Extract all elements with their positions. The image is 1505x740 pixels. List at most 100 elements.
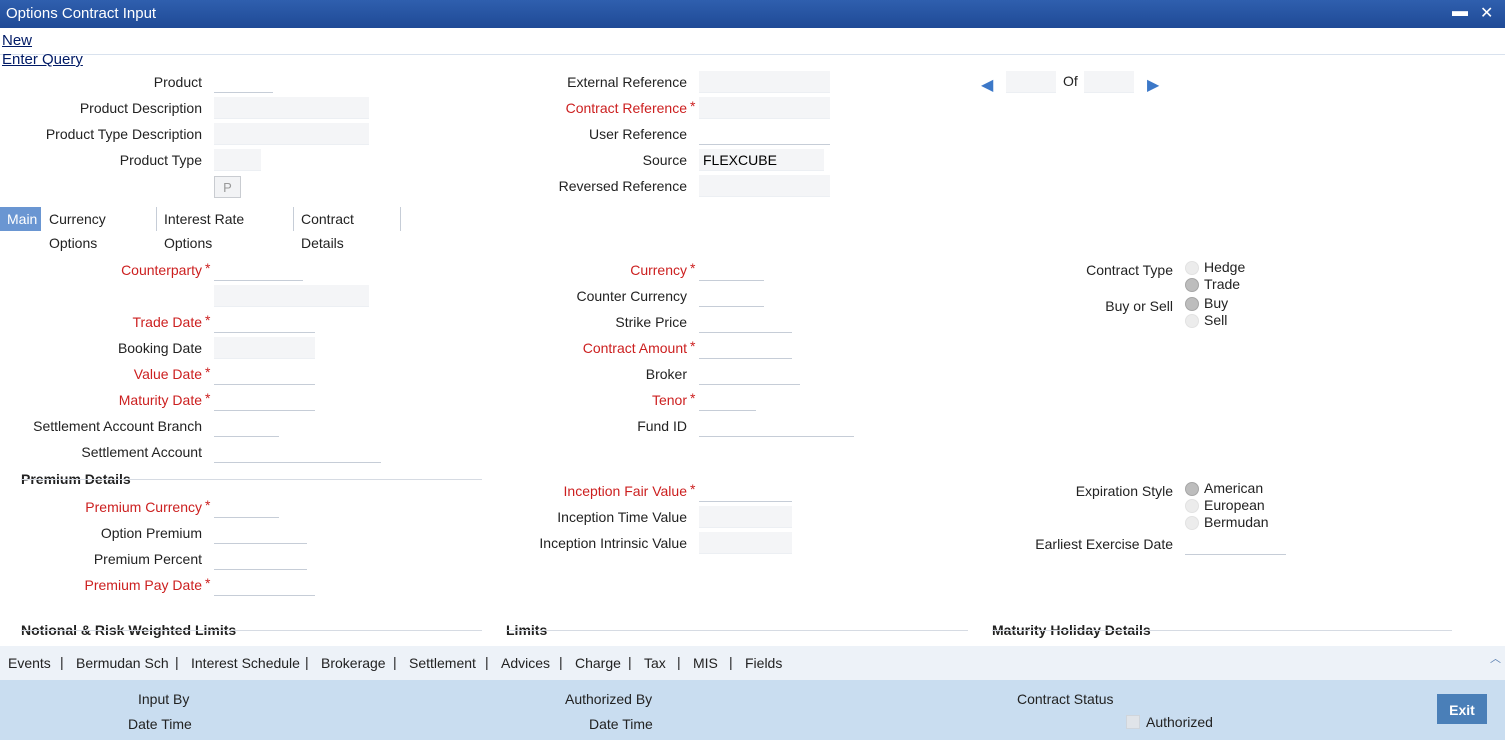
close-icon[interactable]: ✕ [1480, 3, 1493, 23]
toolbar-events[interactable]: Events [8, 655, 51, 671]
contract-reference-label: Contract Reference [565, 100, 687, 116]
current-record-input[interactable] [1006, 71, 1056, 93]
total-records-input[interactable] [1084, 71, 1134, 93]
fund-id-input[interactable] [699, 415, 854, 437]
option-premium-input[interactable] [214, 522, 307, 544]
contract-reference-input[interactable] [699, 97, 830, 119]
tab-main[interactable]: Main [0, 207, 41, 231]
booking-date-input[interactable] [214, 337, 315, 359]
settlement-account-label: Settlement Account [81, 444, 202, 460]
required-mark: * [690, 390, 696, 406]
title-bar: Options Contract Input ▬ ✕ [0, 0, 1505, 28]
window-title: Options Contract Input [6, 5, 157, 22]
toolbar-interest-schedule[interactable]: Interest Schedule [191, 655, 300, 671]
authorized-checkbox[interactable] [1126, 715, 1140, 729]
inception-intrinsic-value-input[interactable] [699, 532, 792, 554]
audit-footer [0, 680, 1505, 740]
product-type-description-input[interactable] [214, 123, 369, 145]
toolbar-advices[interactable]: Advices [501, 655, 550, 671]
counter-currency-label: Counter Currency [576, 288, 688, 304]
scroll-up-icon[interactable]: ︿ [1490, 650, 1501, 666]
tab-interest-rate-options[interactable]: Interest Rate Options [157, 207, 294, 251]
required-mark: * [205, 575, 211, 591]
buy-label: Buy [1204, 295, 1229, 311]
expiration-bermudan-radio[interactable] [1185, 516, 1199, 530]
contract-type-hedge-label: Hedge [1204, 259, 1246, 275]
value-date-input[interactable] [214, 363, 315, 385]
trade-date-input[interactable] [214, 311, 315, 333]
previous-record-icon[interactable]: ◀ [981, 75, 993, 95]
enter-query-link[interactable]: Enter Query [2, 51, 83, 68]
currency-input[interactable] [699, 259, 764, 281]
toolbar-separator: | [60, 654, 64, 670]
option-premium-label: Option Premium [100, 525, 202, 541]
required-mark: * [205, 497, 211, 513]
inception-fair-value-label: Inception Fair Value [563, 483, 687, 499]
contract-type-trade-label: Trade [1204, 276, 1241, 292]
toolbar-separator: | [393, 654, 397, 670]
toolbar-separator: | [305, 654, 309, 670]
tab-contract-details[interactable]: Contract Details [294, 207, 401, 251]
next-record-icon[interactable]: ▶ [1147, 75, 1159, 95]
premium-percent-input[interactable] [214, 548, 307, 570]
strike-price-input[interactable] [699, 311, 792, 333]
tenor-input[interactable] [699, 389, 756, 411]
toolbar-settlement[interactable]: Settlement [409, 655, 476, 671]
earliest-exercise-date-input[interactable] [1185, 533, 1286, 555]
toolbar-fields[interactable]: Fields [745, 655, 782, 671]
sell-radio[interactable] [1185, 314, 1199, 328]
contract-status-label: Contract Status [1017, 691, 1114, 707]
required-mark: * [690, 481, 696, 497]
input-date-time-label: Date Time [128, 716, 192, 732]
toolbar-separator: | [559, 654, 563, 670]
pager-of-label: Of [1063, 73, 1078, 89]
required-mark: * [205, 390, 211, 406]
minimize-icon[interactable]: ▬ [1452, 3, 1468, 21]
external-reference-input[interactable] [699, 71, 830, 93]
toolbar-separator: | [628, 654, 632, 670]
toolbar-bermudan-sch[interactable]: Bermudan Sch [76, 655, 169, 671]
toolbar-mis[interactable]: MIS [693, 655, 718, 671]
premium-pay-date-input[interactable] [214, 574, 315, 596]
expiration-american-radio[interactable] [1185, 482, 1199, 496]
counterparty-input[interactable] [214, 259, 303, 281]
external-reference-label: External Reference [567, 74, 687, 90]
source-input[interactable] [699, 149, 824, 171]
counterparty-name-input[interactable] [214, 285, 369, 307]
toolbar-tax[interactable]: Tax [644, 655, 666, 671]
user-reference-input[interactable] [699, 123, 830, 145]
contract-type-hedge-radio[interactable] [1185, 261, 1199, 275]
buy-radio[interactable] [1185, 297, 1199, 311]
contract-amount-input[interactable] [699, 337, 792, 359]
product-type-description-label: Product Type Description [45, 126, 202, 142]
required-mark: * [690, 98, 696, 114]
product-type-input[interactable] [214, 149, 261, 171]
premium-details-divider [21, 479, 482, 480]
product-p-button[interactable]: P [214, 176, 241, 198]
user-reference-label: User Reference [588, 126, 687, 142]
tab-bar: Main Currency Options Interest Rate Opti… [0, 207, 1505, 251]
expiration-european-radio[interactable] [1185, 499, 1199, 513]
tab-currency-options[interactable]: Currency Options [42, 207, 157, 251]
inception-fair-value-input[interactable] [699, 480, 792, 502]
counter-currency-input[interactable] [699, 285, 764, 307]
exit-button[interactable]: Exit [1437, 694, 1487, 724]
settlement-account-branch-input[interactable] [214, 415, 279, 437]
toolbar-brokerage[interactable]: Brokerage [321, 655, 386, 671]
premium-currency-input[interactable] [214, 496, 279, 518]
settlement-account-input[interactable] [214, 441, 381, 463]
settlement-account-branch-label: Settlement Account Branch [33, 418, 202, 434]
authorized-by-label: Authorized By [565, 691, 653, 707]
product-description-input[interactable] [214, 97, 369, 119]
reversed-reference-input[interactable] [699, 175, 830, 197]
toolbar-charge[interactable]: Charge [575, 655, 621, 671]
expiration-european-label: European [1204, 497, 1265, 513]
broker-input[interactable] [699, 363, 800, 385]
maturity-date-input[interactable] [214, 389, 315, 411]
new-link[interactable]: New [2, 32, 32, 49]
contract-type-trade-radio[interactable] [1185, 278, 1199, 292]
inception-time-value-input[interactable] [699, 506, 792, 528]
product-input[interactable] [214, 71, 273, 93]
expiration-style-label: Expiration Style [1075, 483, 1173, 499]
toolbar-separator: | [175, 654, 179, 670]
